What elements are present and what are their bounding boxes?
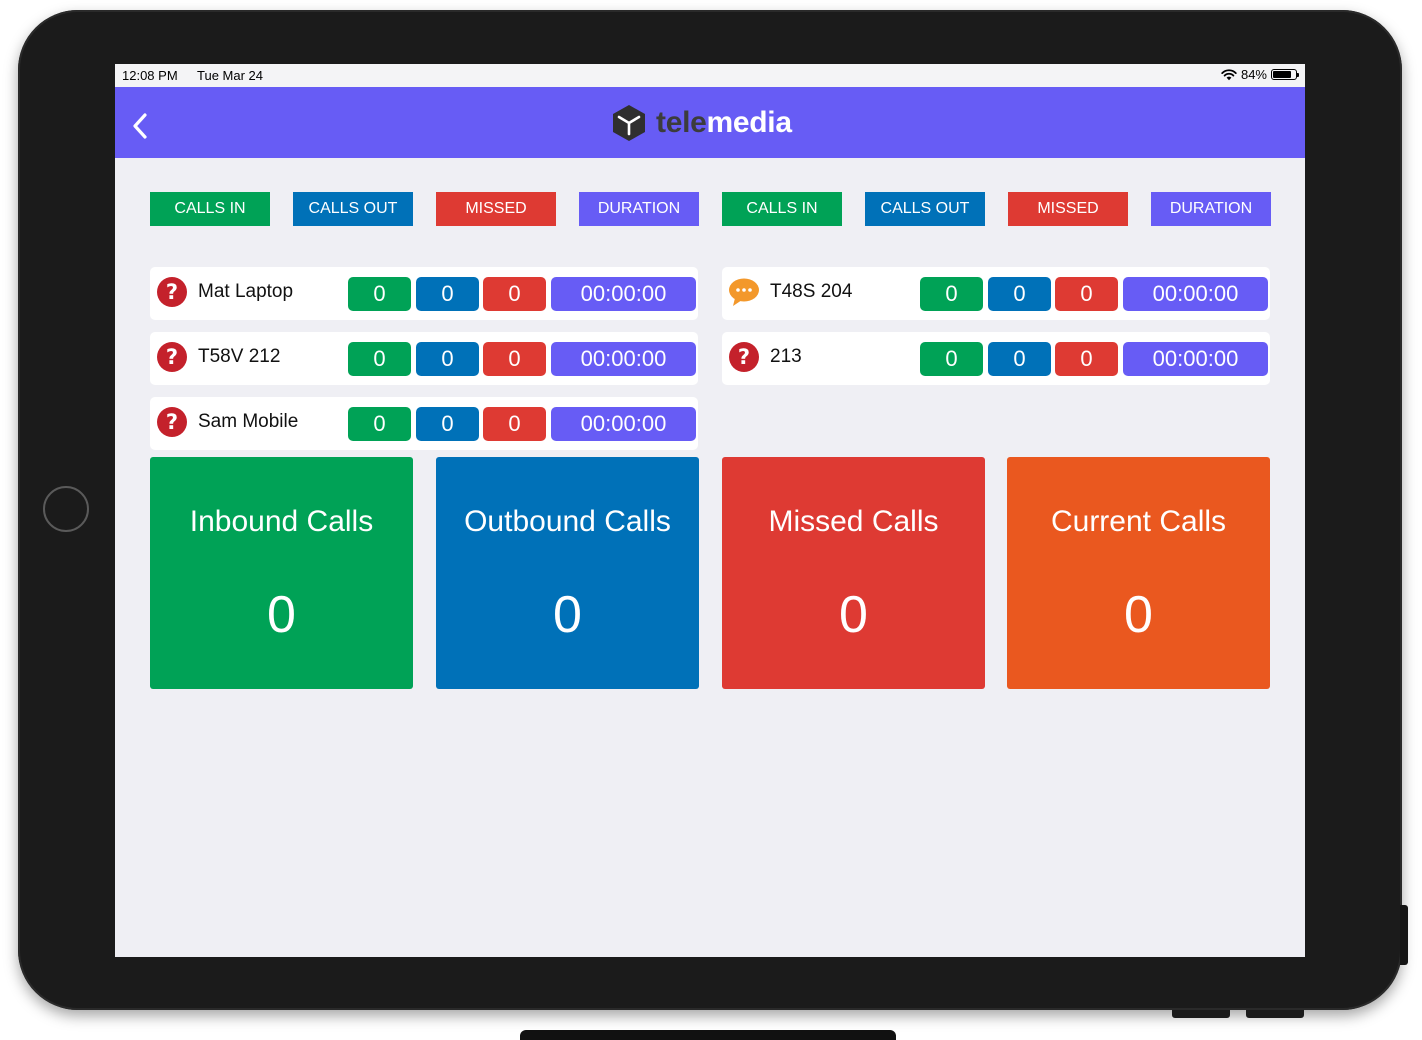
header-duration: DURATION xyxy=(579,192,699,226)
battery-icon xyxy=(1271,69,1299,80)
telemedia-logo: telemedia xyxy=(610,104,792,142)
calls-in-count: 0 xyxy=(348,407,411,441)
duration-value: 00:00:00 xyxy=(1123,342,1268,376)
header-calls-in: CALLS IN xyxy=(150,192,270,226)
svg-text:?: ? xyxy=(166,280,178,304)
extension-name: 213 xyxy=(770,346,802,367)
tile-value: 0 xyxy=(267,586,296,644)
tile-title: Current Calls xyxy=(1050,505,1227,538)
chevron-left-icon[interactable] xyxy=(129,111,153,141)
logo-media: media xyxy=(706,106,793,139)
battery-percent: 84% xyxy=(1240,67,1267,82)
duration-value: 00:00:00 xyxy=(551,407,696,441)
status-bar: 12:08 PM Tue Mar 24 84% xyxy=(115,64,1305,87)
svg-text:?: ? xyxy=(166,410,178,434)
tile-value: 0 xyxy=(553,586,582,644)
inbound-calls-tile[interactable]: Inbound Calls 0 xyxy=(150,457,413,689)
header-duration: DURATION xyxy=(1151,192,1271,226)
device-stand xyxy=(520,1030,896,1040)
status-right: 84% xyxy=(1221,67,1299,82)
extension-name: T58V 212 xyxy=(198,346,281,367)
calls-out-count: 0 xyxy=(988,342,1051,376)
logo-tele: tele xyxy=(656,106,707,139)
status-time: 12:08 PM xyxy=(122,68,178,83)
extension-row-mat-laptop[interactable]: ? Mat Laptop 0 0 0 00:00:00 xyxy=(150,267,698,320)
chat-bubble-icon xyxy=(729,278,759,306)
duration-value: 00:00:00 xyxy=(1123,277,1268,311)
current-calls-tile[interactable]: Current Calls 0 xyxy=(1007,457,1270,689)
extension-name: Sam Mobile xyxy=(198,411,299,432)
duration-value: 00:00:00 xyxy=(551,342,696,376)
missed-count: 0 xyxy=(1055,277,1118,311)
missed-count: 0 xyxy=(483,277,546,311)
header-calls-out: CALLS OUT xyxy=(293,192,413,226)
calls-out-count: 0 xyxy=(988,277,1051,311)
tile-value: 0 xyxy=(839,586,868,644)
tile-title: Inbound Calls xyxy=(189,505,374,538)
missed-count: 0 xyxy=(1055,342,1118,376)
svg-text:?: ? xyxy=(738,345,750,369)
calls-in-count: 0 xyxy=(920,277,983,311)
logo-wordmark: telemedia xyxy=(656,108,792,138)
side-button xyxy=(1400,905,1408,965)
extension-name: Mat Laptop xyxy=(198,281,294,302)
missed-calls-tile[interactable]: Missed Calls 0 xyxy=(722,457,985,689)
extension-row-sam-mobile[interactable]: ? Sam Mobile 0 0 0 00:00:00 xyxy=(150,397,698,450)
header-calls-out: CALLS OUT xyxy=(865,192,985,226)
nav-bar: telemedia xyxy=(115,87,1305,158)
calls-in-count: 0 xyxy=(920,342,983,376)
question-circle-icon: ? xyxy=(157,342,187,372)
battery-tip xyxy=(1297,73,1299,77)
question-circle-icon: ? xyxy=(157,277,187,307)
svg-text:?: ? xyxy=(166,345,178,369)
volume-down-button xyxy=(1246,1010,1304,1018)
header-missed: MISSED xyxy=(436,192,556,226)
battery-level xyxy=(1273,71,1292,78)
extension-name: T48S 204 xyxy=(770,281,853,302)
duration-value: 00:00:00 xyxy=(551,277,696,311)
calls-out-count: 0 xyxy=(416,277,479,311)
tile-value: 0 xyxy=(1124,586,1153,644)
tile-title: Missed Calls xyxy=(768,505,939,538)
extension-row-213[interactable]: ? 213 0 0 0 00:00:00 xyxy=(722,332,1270,385)
tile-title: Outbound Calls xyxy=(464,505,671,538)
outbound-calls-tile[interactable]: Outbound Calls 0 xyxy=(436,457,699,689)
extension-row-t48s-204[interactable]: T48S 204 0 0 0 00:00:00 xyxy=(722,267,1270,320)
calls-out-count: 0 xyxy=(416,342,479,376)
missed-count: 0 xyxy=(483,407,546,441)
question-circle-icon: ? xyxy=(157,407,187,437)
calls-out-count: 0 xyxy=(416,407,479,441)
wifi-icon xyxy=(1221,68,1237,80)
calls-in-count: 0 xyxy=(348,277,411,311)
screen: 12:08 PM Tue Mar 24 84% telemedia CALLS … xyxy=(115,64,1305,957)
question-circle-icon: ? xyxy=(729,342,759,372)
volume-up-button xyxy=(1172,1010,1230,1018)
extension-row-t58v-212[interactable]: ? T58V 212 0 0 0 00:00:00 xyxy=(150,332,698,385)
header-missed: MISSED xyxy=(1008,192,1128,226)
header-calls-in: CALLS IN xyxy=(722,192,842,226)
home-button[interactable] xyxy=(43,486,89,532)
missed-count: 0 xyxy=(483,342,546,376)
calls-in-count: 0 xyxy=(348,342,411,376)
logo-cube-icon xyxy=(613,105,645,141)
status-date: Tue Mar 24 xyxy=(197,68,263,83)
